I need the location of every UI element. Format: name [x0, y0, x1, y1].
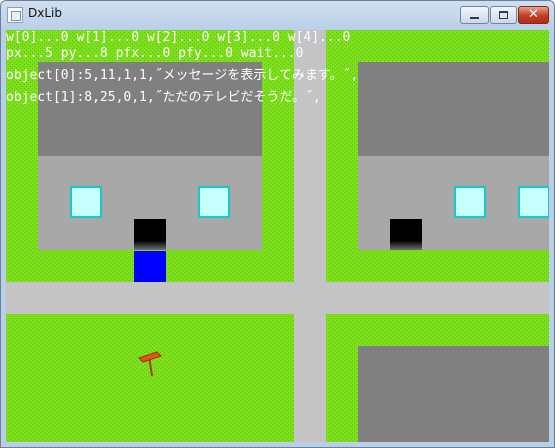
window-title: DxLib [28, 6, 62, 20]
house-left-door[interactable] [134, 219, 166, 250]
window-tile [454, 186, 486, 218]
minimize-icon [470, 17, 479, 19]
close-button[interactable]: ✕ [518, 6, 549, 24]
app-window: DxLib ✕ w[0]...0 w[1]...0 w[2]...0 w[3].… [0, 0, 555, 448]
debug-line-2: px...5 py...8 pfx...0 pfy...0 wait...0 [6, 46, 303, 61]
player-character[interactable] [134, 251, 166, 282]
title-bar[interactable]: DxLib ✕ [1, 1, 554, 29]
house-right [358, 62, 549, 250]
debug-line-1: w[0]...0 w[1]...0 w[2]...0 w[3]...0 w[4]… [6, 30, 350, 45]
app-icon [7, 7, 23, 23]
minimize-button[interactable] [460, 6, 489, 24]
game-viewport[interactable]: w[0]...0 w[1]...0 w[2]...0 w[3]...0 w[4]… [6, 30, 549, 442]
debug-line-4: object[1]:8,25,0,1,˝ただのテレビだそうだ。˝, [6, 90, 321, 105]
window-tile [198, 186, 230, 218]
house-right-door[interactable] [390, 219, 422, 250]
window-tile [518, 186, 549, 218]
building-bottom-right [358, 346, 549, 442]
house-right-roof [358, 62, 549, 156]
debug-line-3: object[0]:5,11,1,1,˝メッセージを表示してみます。˝, [6, 68, 358, 83]
road-horizontal [6, 282, 549, 314]
close-icon: ✕ [528, 7, 539, 22]
game-scene: w[0]...0 w[1]...0 w[2]...0 w[3]...0 w[4]… [6, 30, 549, 442]
building-bottom-right-roof [358, 346, 549, 442]
window-tile [70, 186, 102, 218]
debug-overlay: w[0]...0 w[1]...0 w[2]...0 w[3]...0 w[4]… [6, 30, 358, 105]
maximize-button[interactable] [490, 6, 517, 24]
maximize-icon [499, 11, 508, 19]
